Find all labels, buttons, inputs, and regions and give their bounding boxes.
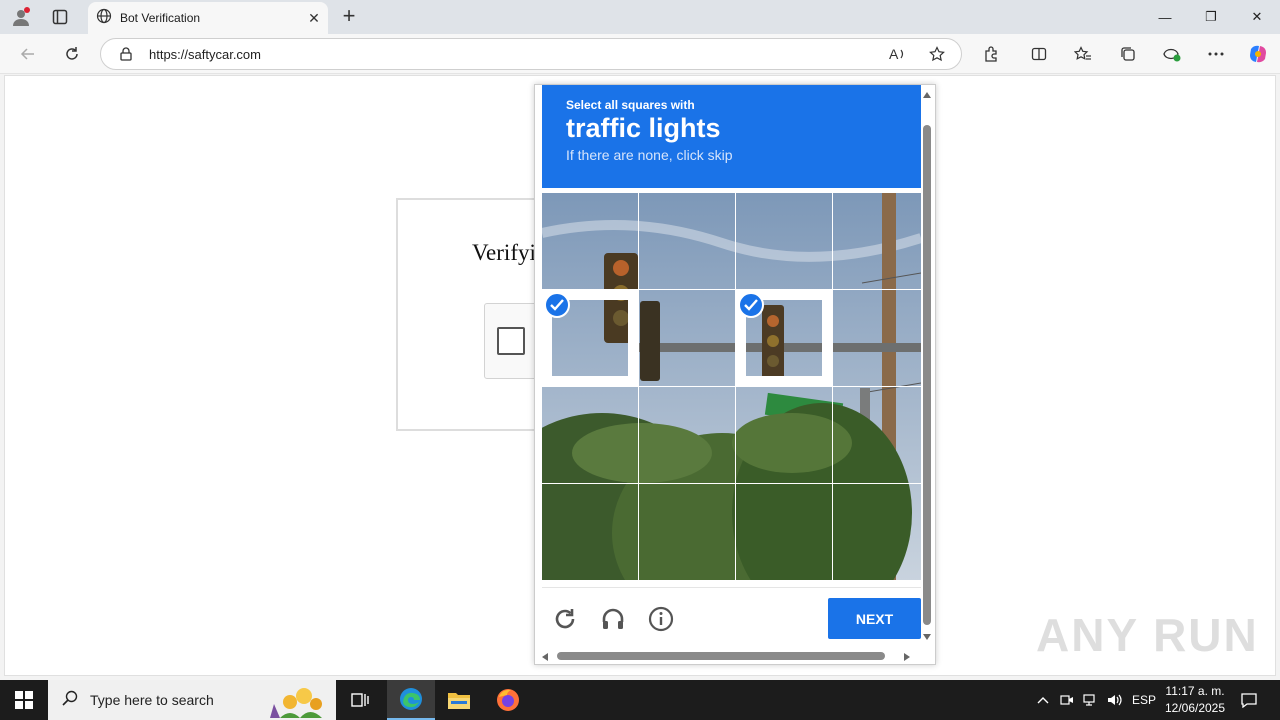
captcha-tile[interactable] <box>736 484 832 580</box>
captcha-footer: NEXT <box>542 587 921 651</box>
show-hidden-icons-icon[interactable] <box>1033 680 1053 720</box>
target-object-text: traffic lights <box>566 113 721 143</box>
new-tab-button[interactable]: + <box>336 4 362 30</box>
file-explorer-icon[interactable] <box>435 680 483 720</box>
anyrun-watermark: ANY RUN <box>1036 609 1259 661</box>
flowers-illustration-icon <box>260 684 330 720</box>
navigation-bar: https://saftycar.com A <box>0 34 1280 74</box>
edge-taskbar-icon[interactable] <box>387 680 435 720</box>
captcha-tile[interactable] <box>833 290 921 386</box>
tab-title: Bot Verification <box>120 11 201 25</box>
captcha-challenge: Select all squares with traffic lights I… <box>534 84 936 665</box>
clock[interactable]: 11:17 a. m. 12/06/2025 <box>1158 683 1232 717</box>
clock-time: 11:17 a. m. <box>1165 684 1225 698</box>
language-indicator[interactable]: ESP <box>1131 680 1157 720</box>
restore-button[interactable]: ❐ <box>1188 0 1234 34</box>
extensions-icon[interactable] <box>977 41 1005 67</box>
copilot-icon[interactable] <box>1244 41 1272 67</box>
meet-now-icon[interactable] <box>1057 680 1077 720</box>
notifications-icon[interactable] <box>1236 680 1262 720</box>
captcha-tile[interactable] <box>736 193 832 289</box>
title-bar: Bot Verification ✕ + — ❐ ✕ <box>0 0 1280 34</box>
info-icon[interactable] <box>646 604 676 634</box>
close-tab-icon[interactable]: ✕ <box>300 10 328 27</box>
favorite-star-icon[interactable] <box>929 46 945 67</box>
captcha-tile[interactable] <box>639 387 735 483</box>
taskbar: Type here to search ESP 11:17 a. m. 12/0… <box>0 680 1280 720</box>
captcha-tile[interactable] <box>833 484 921 580</box>
not-a-robot-checkbox[interactable] <box>497 327 525 355</box>
favorites-icon[interactable] <box>1069 41 1097 67</box>
captcha-tile[interactable] <box>736 387 832 483</box>
read-aloud-icon[interactable]: A <box>889 46 907 67</box>
instruction-text: Select all squares with <box>566 98 695 112</box>
captcha-tile[interactable] <box>639 193 735 289</box>
horizontal-scroll-thumb[interactable] <box>557 652 885 660</box>
profile-icon[interactable] <box>8 5 34 29</box>
firefox-icon[interactable] <box>484 680 532 720</box>
volume-icon[interactable] <box>1105 680 1125 720</box>
selected-check-icon <box>738 292 764 318</box>
refresh-icon[interactable] <box>58 41 86 67</box>
audio-icon[interactable] <box>598 604 628 634</box>
captcha-tile[interactable] <box>639 290 735 386</box>
taskbar-search-box[interactable]: Type here to search <box>48 680 336 720</box>
svg-text:A: A <box>889 46 899 62</box>
verify-heading: Verifyi <box>472 240 536 265</box>
captcha-tile[interactable] <box>542 387 638 483</box>
next-button[interactable]: NEXT <box>828 598 921 639</box>
horizontal-scrollbar[interactable] <box>535 648 921 664</box>
split-screen-icon[interactable] <box>1025 41 1053 67</box>
search-placeholder: Type here to search <box>90 692 214 708</box>
skip-hint-text: If there are none, click skip <box>566 147 733 163</box>
captcha-tile[interactable] <box>833 193 921 289</box>
task-view-icon[interactable] <box>336 680 384 720</box>
captcha-tile[interactable] <box>639 484 735 580</box>
selected-check-icon <box>544 292 570 318</box>
tab-actions-icon[interactable] <box>47 5 73 29</box>
windows-start-icon[interactable] <box>0 680 48 720</box>
minimize-button[interactable]: — <box>1142 0 1188 34</box>
captcha-tile[interactable] <box>542 290 638 386</box>
url-text: https://saftycar.com <box>149 47 261 62</box>
clock-date: 12/06/2025 <box>1164 701 1226 715</box>
vertical-scrollbar[interactable] <box>919 85 935 651</box>
captcha-header: Select all squares with traffic lights I… <box>542 85 921 188</box>
lock-icon[interactable] <box>119 47 133 66</box>
browser-essentials-icon[interactable] <box>1158 41 1186 67</box>
back-icon[interactable] <box>14 41 42 67</box>
more-options-icon[interactable] <box>1202 41 1230 67</box>
address-bar[interactable]: https://saftycar.com A <box>100 38 962 70</box>
close-window-button[interactable]: ✕ <box>1234 0 1280 34</box>
captcha-tile[interactable] <box>542 193 638 289</box>
reload-icon[interactable] <box>550 604 580 634</box>
vertical-scroll-thumb[interactable] <box>923 125 931 625</box>
captcha-tile[interactable] <box>542 484 638 580</box>
tab-bot-verification[interactable]: Bot Verification ✕ <box>88 2 328 34</box>
globe-icon <box>96 8 112 29</box>
captcha-image-grid <box>542 193 921 581</box>
collections-icon[interactable] <box>1114 41 1142 67</box>
captcha-tile[interactable] <box>833 387 921 483</box>
search-icon <box>62 690 78 711</box>
captcha-tile[interactable] <box>736 290 832 386</box>
network-icon[interactable] <box>1081 680 1101 720</box>
